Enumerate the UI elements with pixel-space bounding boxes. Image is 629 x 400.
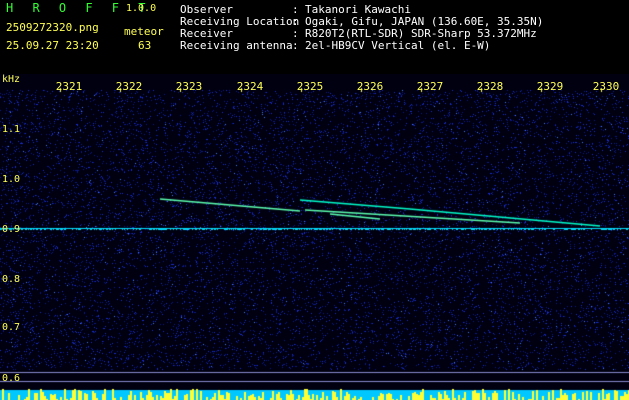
time-tick-label: 2322	[115, 80, 143, 93]
frequency-tick-label: 0.6	[2, 373, 21, 384]
meteor-label: meteor	[124, 25, 164, 38]
time-tick-label: 2323	[175, 80, 203, 93]
antenna-separator: :	[292, 39, 299, 52]
antenna-label: Receiving antenna	[180, 39, 293, 52]
time-tick-label: 2330	[592, 80, 620, 93]
antenna-value: 2el-HB9CV Vertical (el. E-W)	[305, 39, 491, 52]
frequency-tick-label: 0.9	[2, 224, 21, 235]
file-name: 2509272320.png	[6, 21, 99, 34]
time-tick-label: 2324	[236, 80, 264, 93]
time-tick-label: 2325	[296, 80, 324, 93]
time-tick-label: 2321	[55, 80, 83, 93]
frequency-tick-label: 1.0	[2, 174, 21, 185]
time-tick-label: 2326	[356, 80, 384, 93]
frequency-tick-label: 1.1	[2, 124, 21, 135]
app-version: 1.0.0	[126, 3, 157, 14]
time-tick-label: 2327	[416, 80, 444, 93]
frequency-tick-label: 0.8	[2, 274, 21, 285]
date-time: 25.09.27 23:20	[6, 39, 99, 52]
time-tick-label: 2329	[536, 80, 564, 93]
frequency-tick-label: 0.7	[2, 322, 21, 333]
meteor-count: 63	[138, 39, 152, 52]
frequency-unit-label: kHz	[2, 74, 21, 85]
spectrogram-canvas	[0, 74, 629, 400]
time-tick-label: 2328	[476, 80, 504, 93]
